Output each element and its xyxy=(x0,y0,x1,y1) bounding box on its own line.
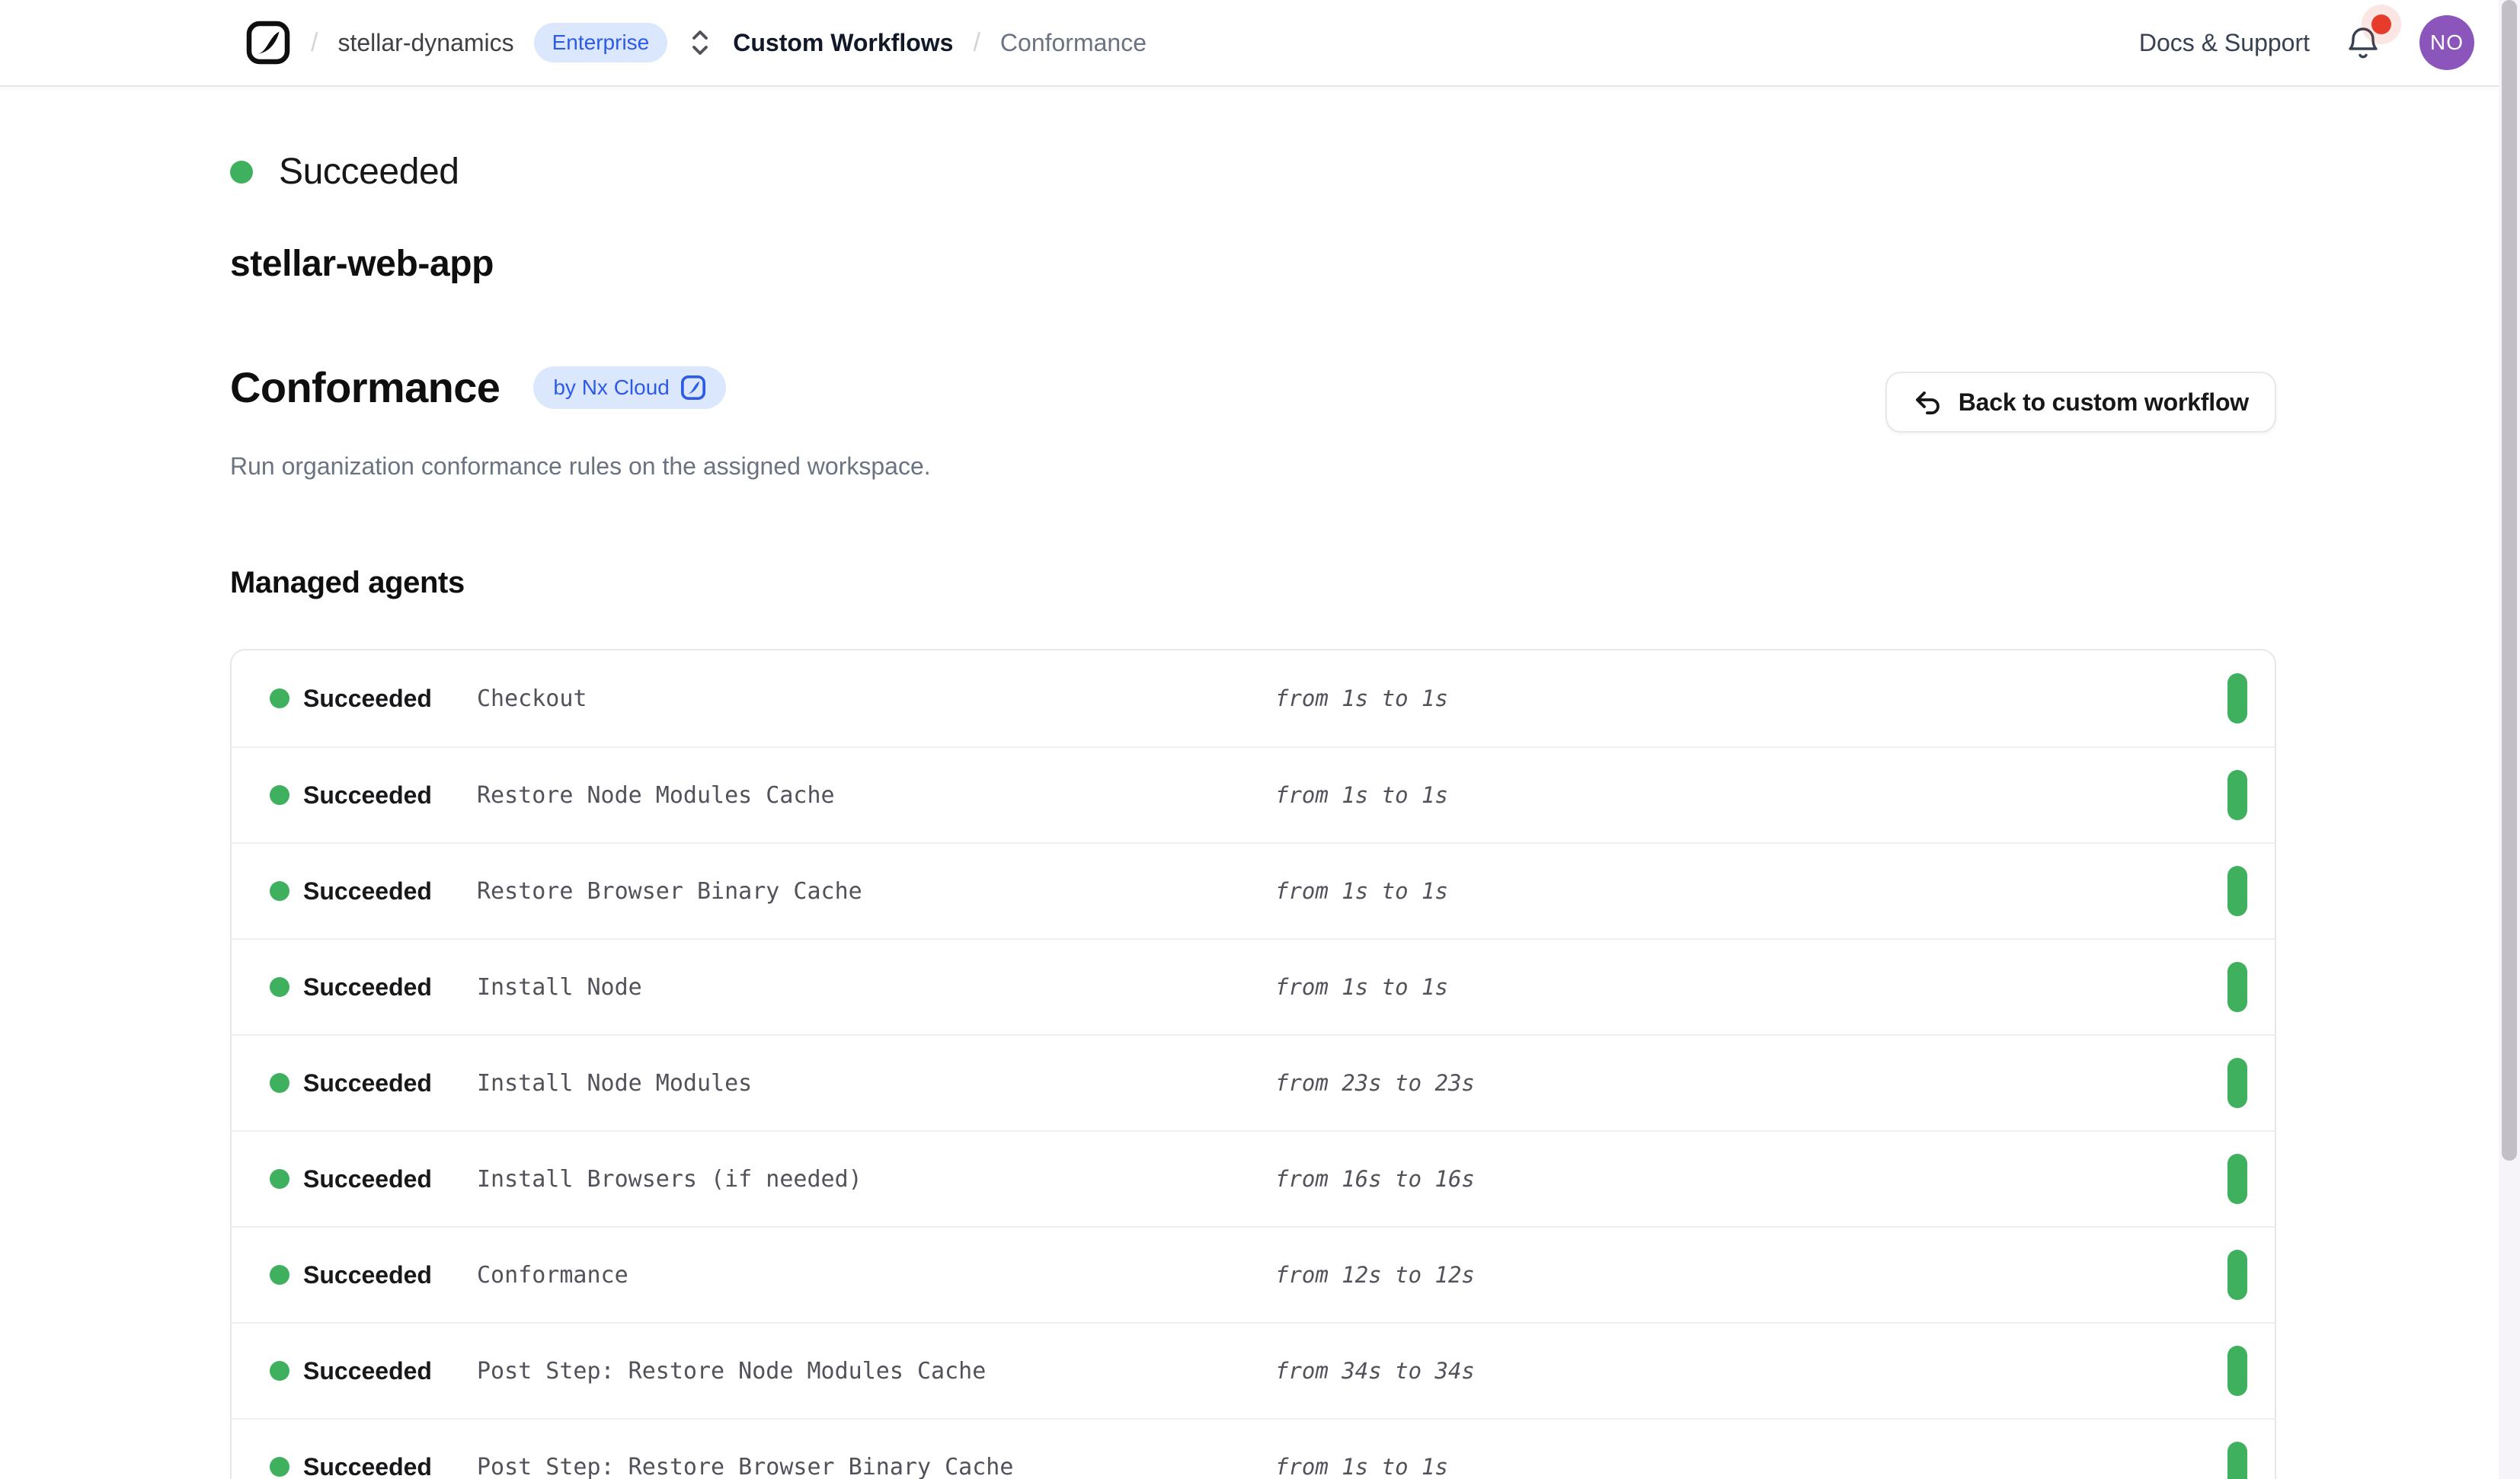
step-success-dot xyxy=(270,785,289,805)
step-timing: from 1s to 1s xyxy=(1275,974,1448,1000)
step-duration-bar xyxy=(2227,962,2247,1012)
step-status-label: Succeeded xyxy=(303,877,477,906)
notification-dot xyxy=(2371,14,2391,34)
step-timing: from 1s to 1s xyxy=(1275,782,1448,808)
agent-step-row[interactable]: Succeeded Install Node Modules from 23s … xyxy=(232,1034,2275,1130)
by-nx-cloud-badge[interactable]: by Nx Cloud xyxy=(533,366,726,409)
step-name: Post Step: Restore Node Modules Cache xyxy=(477,1358,1275,1385)
agent-step-row[interactable]: Succeeded Checkout from 1s to 1s xyxy=(232,650,2275,746)
step-timing: from 1s to 1s xyxy=(1275,878,1448,904)
agent-step-row[interactable]: Succeeded Install Node from 1s to 1s xyxy=(232,938,2275,1034)
docs-support-link[interactable]: Docs & Support xyxy=(2139,29,2310,57)
managed-agents-table: Succeeded Checkout from 1s to 1s Succeed… xyxy=(230,649,2276,1479)
back-to-custom-workflow-button[interactable]: Back to custom workflow xyxy=(1885,372,2276,433)
step-name: Install Browsers (if needed) xyxy=(477,1166,1275,1193)
step-success-dot xyxy=(270,1073,289,1093)
step-timing: from 16s to 16s xyxy=(1275,1166,1475,1192)
page-scrollbar[interactable] xyxy=(2499,0,2520,1479)
breadcrumb-section[interactable]: Custom Workflows xyxy=(733,29,953,57)
workflow-title-group: Conformance by Nx Cloud xyxy=(230,363,726,412)
step-name: Conformance xyxy=(477,1262,1275,1289)
workflow-section-header: Conformance by Nx Cloud xyxy=(230,363,2276,433)
status-success-dot xyxy=(230,161,253,184)
step-name: Install Node Modules xyxy=(477,1070,1275,1097)
back-button-label: Back to custom workflow xyxy=(1959,388,2249,417)
step-status-label: Succeeded xyxy=(303,685,477,713)
breadcrumb-org[interactable]: stellar-dynamics xyxy=(337,29,513,57)
page: / stellar-dynamics Enterprise Custom Wor… xyxy=(0,0,2520,1479)
step-name: Install Node xyxy=(477,974,1275,1001)
org-switcher-chevron-icon[interactable] xyxy=(690,28,710,57)
step-status-label: Succeeded xyxy=(303,973,477,1001)
step-duration-bar xyxy=(2227,1250,2247,1300)
breadcrumb-page: Conformance xyxy=(1000,29,1146,57)
status-label: Succeeded xyxy=(279,151,459,193)
step-timing: from 1s to 1s xyxy=(1275,685,1448,711)
step-status-label: Succeeded xyxy=(303,781,477,810)
agent-step-row[interactable]: Succeeded Conformance from 12s to 12s xyxy=(232,1226,2275,1322)
step-timing: from 1s to 1s xyxy=(1275,1454,1448,1479)
step-name: Restore Browser Binary Cache xyxy=(477,878,1275,905)
notification-halo xyxy=(2362,5,2401,44)
workflow-description: Run organization conformance rules on th… xyxy=(230,452,2276,481)
step-status-label: Succeeded xyxy=(303,1165,477,1193)
user-avatar[interactable]: NO xyxy=(2419,15,2474,70)
notifications-bell-icon[interactable] xyxy=(2346,23,2383,62)
breadcrumb-separator: / xyxy=(973,28,980,58)
step-timing: from 23s to 23s xyxy=(1275,1070,1475,1096)
step-status-label: Succeeded xyxy=(303,1261,477,1289)
step-status-label: Succeeded xyxy=(303,1357,477,1385)
step-duration-bar xyxy=(2227,1442,2247,1479)
step-name: Post Step: Restore Browser Binary Cache xyxy=(477,1454,1275,1479)
nx-logo-icon xyxy=(680,375,706,401)
managed-agents-heading: Managed agents xyxy=(230,566,2276,600)
step-success-dot xyxy=(270,1457,289,1477)
step-duration-bar xyxy=(2227,770,2247,820)
nx-cloud-logo-icon[interactable] xyxy=(245,20,291,65)
step-status-label: Succeeded xyxy=(303,1069,477,1097)
step-success-dot xyxy=(270,881,289,901)
step-name: Restore Node Modules Cache xyxy=(477,782,1275,809)
step-timing: from 34s to 34s xyxy=(1275,1358,1475,1384)
step-success-dot xyxy=(270,1361,289,1381)
workspace-title: stellar-web-app xyxy=(230,243,2276,285)
workflow-title: Conformance xyxy=(230,363,500,412)
step-success-dot xyxy=(270,1169,289,1189)
step-success-dot xyxy=(270,688,289,708)
step-status-label: Succeeded xyxy=(303,1453,477,1479)
agent-step-row[interactable]: Succeeded Install Browsers (if needed) f… xyxy=(232,1130,2275,1226)
main-content: Succeeded stellar-web-app Conformance by… xyxy=(0,151,2520,1479)
run-status: Succeeded xyxy=(230,151,2276,193)
agent-step-row[interactable]: Succeeded Restore Node Modules Cache fro… xyxy=(232,746,2275,842)
back-arrow-icon xyxy=(1913,388,1942,417)
header-actions: Docs & Support NO xyxy=(2139,15,2474,70)
step-duration-bar xyxy=(2227,1058,2247,1108)
step-duration-bar xyxy=(2227,673,2247,724)
plan-badge: Enterprise xyxy=(534,23,668,62)
agent-step-row[interactable]: Succeeded Post Step: Restore Browser Bin… xyxy=(232,1418,2275,1479)
step-success-dot xyxy=(270,977,289,997)
step-timing: from 12s to 12s xyxy=(1275,1262,1475,1288)
step-duration-bar xyxy=(2227,1154,2247,1204)
breadcrumb-separator: / xyxy=(311,28,318,58)
agent-step-row[interactable]: Succeeded Restore Browser Binary Cache f… xyxy=(232,842,2275,938)
step-success-dot xyxy=(270,1265,289,1285)
step-duration-bar xyxy=(2227,1346,2247,1396)
scrollbar-thumb[interactable] xyxy=(2502,0,2517,1161)
top-navigation-bar: / stellar-dynamics Enterprise Custom Wor… xyxy=(0,0,2520,87)
breadcrumb: / stellar-dynamics Enterprise Custom Wor… xyxy=(245,20,1146,65)
step-duration-bar xyxy=(2227,866,2247,916)
step-name: Checkout xyxy=(477,685,1275,712)
agent-step-row[interactable]: Succeeded Post Step: Restore Node Module… xyxy=(232,1322,2275,1418)
badge-label: by Nx Cloud xyxy=(553,374,670,401)
